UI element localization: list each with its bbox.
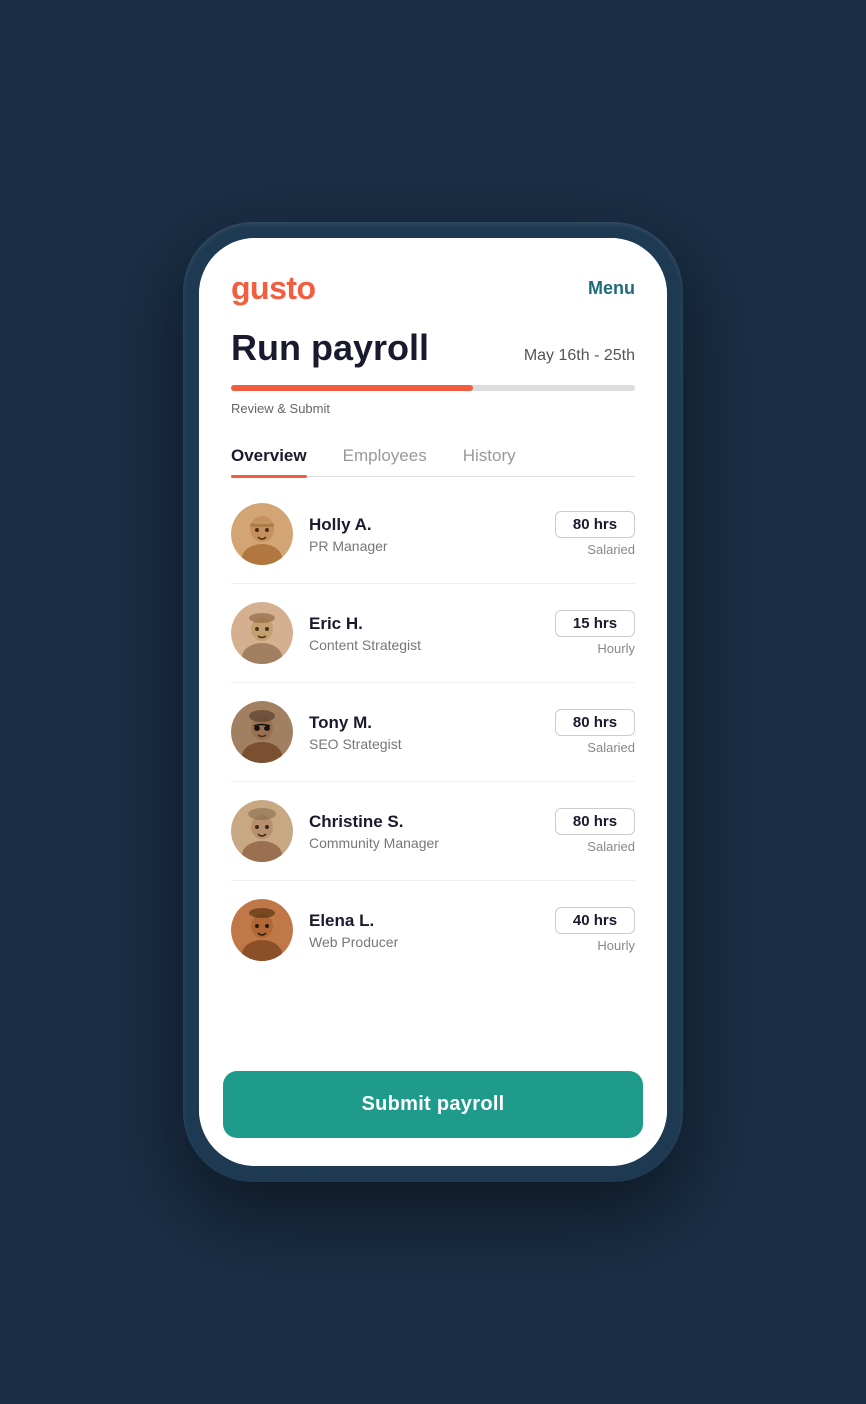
employee-hours: 40 hrs Hourly	[555, 907, 635, 953]
tab-bar: Overview Employees History	[231, 436, 635, 477]
employee-info: Eric H. Content Strategist	[309, 614, 555, 653]
employee-role: PR Manager	[309, 538, 555, 554]
employee-name: Holly A.	[309, 515, 555, 535]
employee-row[interactable]: Christine S. Community Manager 80 hrs Sa…	[231, 782, 635, 881]
phone-screen: gusto Menu Run payroll May 16th - 25th R…	[199, 238, 667, 1166]
progress-bar	[231, 385, 635, 391]
page-title: Run payroll	[231, 327, 429, 369]
page-content: Run payroll May 16th - 25th Review & Sub…	[199, 327, 667, 1055]
title-row: Run payroll May 16th - 25th	[231, 327, 635, 369]
submit-area: Submit payroll	[199, 1055, 667, 1166]
employee-name: Eric H.	[309, 614, 555, 634]
employee-hours: 80 hrs Salaried	[555, 511, 635, 557]
hours-badge: 80 hrs	[555, 709, 635, 736]
pay-type: Hourly	[597, 641, 635, 656]
employee-name: Elena L.	[309, 911, 555, 931]
tab-overview[interactable]: Overview	[231, 436, 307, 476]
employee-hours: 80 hrs Salaried	[555, 808, 635, 854]
avatar	[231, 602, 293, 664]
pay-type: Salaried	[587, 542, 635, 557]
submit-payroll-button[interactable]: Submit payroll	[223, 1071, 643, 1138]
date-range: May 16th - 25th	[524, 347, 635, 365]
hours-badge: 80 hrs	[555, 511, 635, 538]
employee-role: SEO Strategist	[309, 736, 555, 752]
tab-history[interactable]: History	[463, 436, 516, 476]
employee-role: Community Manager	[309, 835, 555, 851]
employee-hours: 80 hrs Salaried	[555, 709, 635, 755]
employee-row[interactable]: Eric H. Content Strategist 15 hrs Hourly	[231, 584, 635, 683]
avatar	[231, 800, 293, 862]
employee-hours: 15 hrs Hourly	[555, 610, 635, 656]
progress-fill	[231, 385, 473, 391]
app-logo: gusto	[231, 270, 316, 307]
employee-name: Tony M.	[309, 713, 555, 733]
avatar	[231, 701, 293, 763]
employee-role: Content Strategist	[309, 637, 555, 653]
pay-type: Salaried	[587, 740, 635, 755]
avatar	[231, 503, 293, 565]
app-header: gusto Menu	[199, 238, 667, 327]
employee-info: Elena L. Web Producer	[309, 911, 555, 950]
pay-type: Salaried	[587, 839, 635, 854]
phone-frame: gusto Menu Run payroll May 16th - 25th R…	[183, 222, 683, 1182]
employee-name: Christine S.	[309, 812, 555, 832]
hours-badge: 80 hrs	[555, 808, 635, 835]
menu-button[interactable]: Menu	[588, 278, 635, 299]
progress-label: Review & Submit	[231, 401, 635, 416]
employee-row[interactable]: Elena L. Web Producer 40 hrs Hourly	[231, 881, 635, 979]
tab-employees[interactable]: Employees	[343, 436, 427, 476]
employee-info: Holly A. PR Manager	[309, 515, 555, 554]
employee-list: Holly A. PR Manager 80 hrs Salaried	[231, 485, 635, 979]
employee-info: Tony M. SEO Strategist	[309, 713, 555, 752]
employee-row[interactable]: Holly A. PR Manager 80 hrs Salaried	[231, 485, 635, 584]
hours-badge: 15 hrs	[555, 610, 635, 637]
employee-role: Web Producer	[309, 934, 555, 950]
pay-type: Hourly	[597, 938, 635, 953]
employee-row[interactable]: Tony M. SEO Strategist 80 hrs Salaried	[231, 683, 635, 782]
avatar	[231, 899, 293, 961]
hours-badge: 40 hrs	[555, 907, 635, 934]
employee-info: Christine S. Community Manager	[309, 812, 555, 851]
